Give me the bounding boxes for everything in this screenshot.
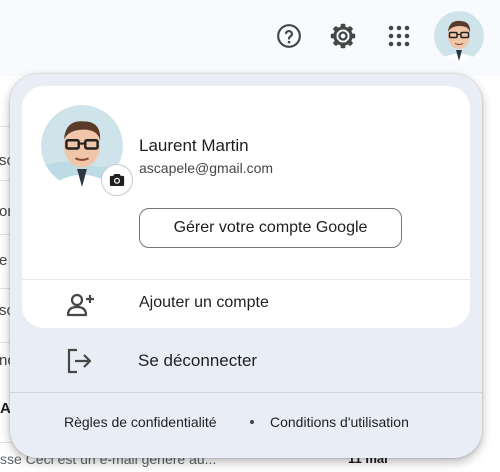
apps-grid-icon — [388, 25, 410, 47]
user-email: ascapele@gmail.com — [139, 160, 274, 176]
help-circle-icon — [277, 24, 301, 48]
camera-icon — [109, 174, 125, 186]
user-name: Laurent Martin — [139, 136, 249, 155]
divider — [10, 392, 482, 393]
apps-button[interactable] — [379, 16, 419, 56]
privacy-link[interactable]: Règles de confidentialité — [64, 414, 217, 430]
change-photo-button[interactable] — [101, 164, 133, 196]
manage-account-button[interactable]: Gérer votre compte Google — [139, 208, 402, 248]
sign-out-item[interactable]: Se déconnecter — [10, 336, 482, 386]
settings-button[interactable] — [323, 16, 363, 56]
help-button[interactable] — [269, 16, 309, 56]
terms-link[interactable]: Conditions d'utilisation — [270, 414, 409, 430]
logout-icon — [67, 348, 92, 374]
avatar-image — [434, 11, 484, 61]
add-account-label: Ajouter un compte — [139, 294, 269, 311]
sign-out-label: Se déconnecter — [138, 351, 258, 370]
separator-dot — [250, 420, 254, 424]
account-avatar-button[interactable] — [434, 11, 484, 61]
add-person-icon — [66, 293, 94, 317]
account-menu-panel: Laurent Martin ascapele@gmail.com Gérer … — [10, 74, 482, 458]
account-card: Laurent Martin ascapele@gmail.com Gérer … — [22, 86, 470, 328]
add-account-item[interactable]: Ajouter un compte — [22, 280, 470, 328]
app-header — [0, 0, 500, 76]
gear-icon — [330, 23, 356, 49]
